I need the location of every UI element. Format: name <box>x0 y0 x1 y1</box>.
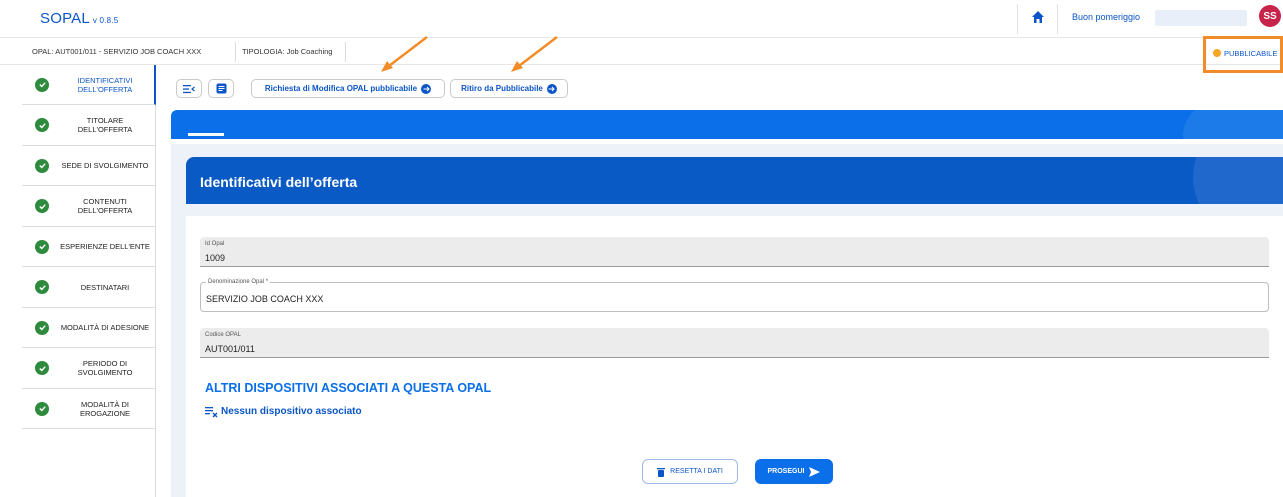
header-decoration <box>1193 157 1283 204</box>
ritiro-pubblicabile-button[interactable]: Ritiro da Pubblicabile <box>450 79 568 98</box>
active-tab-indicator <box>188 133 224 136</box>
clear-list-icon <box>205 407 218 418</box>
context-bar: OPAL: AUT001/011 - SERVIZIO JOB COACH XX… <box>0 39 1283 65</box>
check-circle-icon <box>35 158 49 173</box>
send-icon <box>809 466 821 477</box>
sidebar: IDENTIFICATIVI DELL'OFFERTA TITOLARE DELL… <box>22 65 156 497</box>
sidebar-item-label: PERIODO DI SVOLGIMENTO <box>77 359 133 377</box>
sidebar-item-sede[interactable]: SEDE DI SVOLGIMENTO <box>22 146 156 186</box>
no-devices-message: Nessun dispositivo associato <box>221 406 362 417</box>
codice-opal-label: Codice OPAL <box>205 332 241 338</box>
check-circle-icon <box>35 199 49 213</box>
sidebar-item-destinatari[interactable]: DESTINATARI <box>22 268 156 308</box>
check-circle-icon <box>35 361 49 375</box>
reset-button[interactable]: RESETTA I DATI <box>642 459 738 484</box>
header-divider <box>1057 4 1058 34</box>
app-logo[interactable]: SOPAL v 0.8.5 <box>40 10 118 27</box>
home-icon[interactable] <box>1031 10 1045 24</box>
trash-icon <box>657 467 666 477</box>
sidebar-item-label: MODALITÀ DI EROGAZIONE <box>79 399 130 418</box>
tipologia-breadcrumb: TIPOLOGIA: Job Coaching <box>242 47 333 56</box>
codice-opal-field: Codice OPAL AUT001/011 <box>200 328 1269 358</box>
reset-label: RESETTA I DATI <box>670 468 723 475</box>
document-button[interactable] <box>208 79 234 98</box>
denominazione-label: Denominazione Opal * <box>206 279 271 285</box>
sidebar-item-periodo-svolgimento[interactable]: PERIODO DI SVOLGIMENTO <box>22 349 156 389</box>
menu-collapse-icon <box>183 84 195 93</box>
sidebar-item-label: MODALITÀ DI ADESIONE <box>60 323 150 332</box>
richiesta-modifica-button[interactable]: Richiesta di Modifica OPAL pubblicabile <box>251 79 445 98</box>
opal-breadcrumb: OPAL: AUT001/011 - SERVIZIO JOB COACH XX… <box>32 47 202 56</box>
prosegui-button[interactable]: PROSEGUI <box>755 459 833 484</box>
header-divider <box>1017 4 1018 34</box>
tab-periodo-pubblicazione[interactable]: PERIODO DI PUBBLICAZIONE <box>370 10 478 19</box>
breadcrumb-divider <box>235 42 236 62</box>
status-badge: PUBBLICABILE <box>1224 49 1278 58</box>
check-circle-icon <box>35 239 49 254</box>
breadcrumb-divider <box>345 42 346 62</box>
sidebar-item-identificativi[interactable]: IDENTIFICATIVI DELL'OFFERTA <box>22 65 156 105</box>
tab-riferimenti-operativi[interactable]: RIFERIMENTI OPERATIVI <box>617 10 707 19</box>
sidebar-item-label: TITOLARE DELL'OFFERTA <box>77 116 133 134</box>
codice-opal-value: AUT001/011 <box>205 344 255 354</box>
check-circle-icon <box>35 118 49 132</box>
collapse-menu-button[interactable] <box>176 79 202 98</box>
ritiro-pubblicabile-label: Ritiro da Pubblicabile <box>461 84 543 93</box>
user-name-redacted <box>1155 10 1247 26</box>
check-circle-icon <box>35 320 49 335</box>
arrow-circle-icon <box>421 83 432 94</box>
app-name: SOPAL <box>40 10 90 27</box>
arrow-circle-icon <box>546 83 557 94</box>
tabbar-decoration <box>1183 110 1283 139</box>
top-header: SOPAL v 0.8.5 Buon pomeriggio SS <box>0 0 1283 38</box>
id-opal-field: Id Opal 1009 <box>200 237 1269 267</box>
check-circle-icon <box>35 401 49 416</box>
document-icon <box>216 83 226 94</box>
id-opal-value: 1009 <box>205 253 226 263</box>
sidebar-item-label: DESTINATARI <box>80 282 130 292</box>
greeting-text: Buon pomeriggio <box>1072 12 1141 22</box>
tab-attivita[interactable]: ATTIVITA' <box>313 10 347 19</box>
sidebar-item-label: SEDE DI SVOLGIMENTO <box>61 161 149 170</box>
denominazione-value[interactable]: SERVIZIO JOB COACH XXX <box>206 294 323 304</box>
status-dot-icon <box>1213 49 1221 57</box>
section-title: Identificativi dell’offerta <box>200 174 358 190</box>
app-version: v 0.8.5 <box>92 16 119 25</box>
check-circle-icon <box>35 77 49 92</box>
sidebar-item-titolare[interactable]: TITOLARE DELL'OFFERTA <box>22 106 156 146</box>
denominazione-field[interactable]: Denominazione Opal * SERVIZIO JOB COACH … <box>200 279 1269 312</box>
section-tabs <box>171 110 1283 139</box>
sidebar-item-label: ESPERIENZE DELL'ENTE <box>60 242 150 251</box>
prosegui-label: PROSEGUI <box>767 468 805 475</box>
tab-periodo-adesione[interactable]: PERIODO DI ADESIONE <box>505 10 590 19</box>
tab-opal[interactable]: OPAL <box>196 9 219 19</box>
sidebar-item-esperienze[interactable]: ESPERIENZE DELL'ENTE <box>22 227 156 267</box>
altri-dispositivi-title: ALTRI DISPOSITIVI ASSOCIATI A QUESTA OPA… <box>205 381 492 395</box>
sidebar-item-contenuti[interactable]: CONTENUTI DELL'OFFERTA <box>22 187 156 227</box>
user-avatar[interactable]: SS <box>1259 5 1281 27</box>
sidebar-item-modalita-adesione[interactable]: MODALITÀ DI ADESIONE <box>22 308 156 348</box>
id-opal-label: Id Opal <box>205 241 225 247</box>
richiesta-modifica-label: Richiesta di Modifica OPAL pubblicabile <box>264 84 418 93</box>
sidebar-item-modalita-erogazione[interactable]: MODALITÀ DI EROGAZIONE <box>22 389 156 429</box>
sidebar-item-label: CONTENUTI DELL'OFFERTA <box>77 197 133 215</box>
sidebar-item-label: IDENTIFICATIVI DELL'OFFERTA <box>77 75 133 94</box>
tab-erogatori[interactable]: EROGATORI <box>245 10 290 19</box>
check-circle-icon <box>35 280 49 294</box>
